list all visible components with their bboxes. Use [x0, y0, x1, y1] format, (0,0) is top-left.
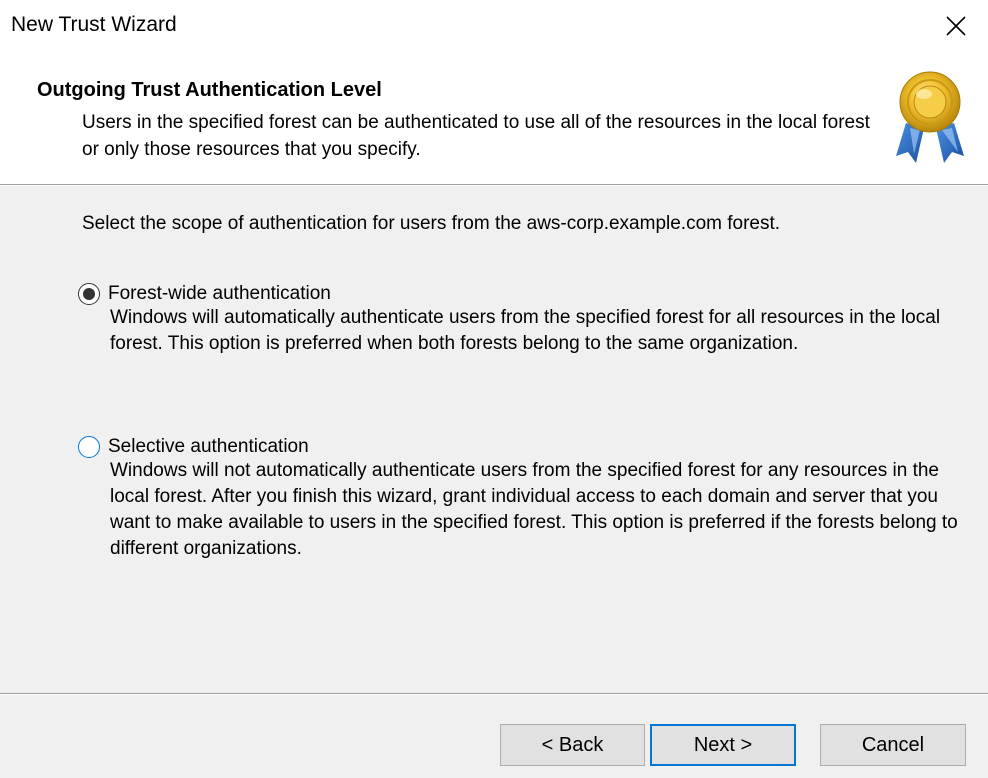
back-button[interactable]: < Back: [500, 724, 645, 766]
page-description: Users in the specified forest can be aut…: [82, 112, 870, 160]
cancel-button[interactable]: Cancel: [820, 724, 966, 766]
radio-forest-wide[interactable]: Forest-wide authentication: [78, 283, 958, 305]
option-label[interactable]: Selective authentication: [108, 436, 309, 458]
window-title: New Trust Wizard: [11, 13, 177, 36]
title-bar: New Trust Wizard: [0, 0, 988, 52]
close-button[interactable]: [924, 0, 988, 52]
wizard-window: New Trust Wizard Outgoing Trust Authenti…: [0, 0, 988, 778]
instruction-text: Select the scope of authentication for u…: [82, 213, 781, 234]
option-description: Windows will not automatically authentic…: [110, 460, 958, 559]
next-button[interactable]: Next >: [650, 724, 796, 766]
option-forest-wide: Forest-wide authentication Windows will …: [78, 283, 958, 357]
page-title: Outgoing Trust Authentication Level: [37, 79, 382, 101]
option-label[interactable]: Forest-wide authentication: [108, 283, 331, 305]
award-ribbon-icon: [896, 71, 964, 163]
option-selective: Selective authentication Windows will no…: [78, 436, 958, 562]
close-icon: [946, 16, 966, 36]
radio-button-checked[interactable]: [78, 283, 100, 305]
option-description: Windows will automatically authenticate …: [110, 307, 941, 354]
radio-selective[interactable]: Selective authentication: [78, 436, 958, 458]
radio-button-unchecked[interactable]: [78, 436, 100, 458]
wizard-header: Outgoing Trust Authentication Level User…: [0, 52, 988, 184]
